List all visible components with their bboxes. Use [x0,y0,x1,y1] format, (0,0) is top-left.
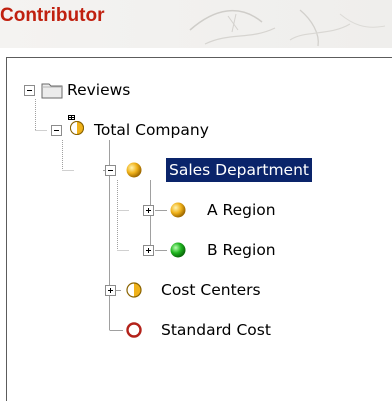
status-half-locked-icon [68,115,84,135]
page-title: Contributor [0,5,105,26]
collapse-toggle-icon[interactable] [105,165,116,176]
contributor-tree-panel[interactable]: Reviews Total Company Sales Department A… [6,57,392,401]
tree-connector-lines [35,99,167,331]
tree-node-label: B Region [207,241,276,259]
tree-node-label: Standard Cost [161,321,271,339]
tree-node-total-company[interactable]: Total Company [7,115,267,142]
expand-toggle-icon[interactable] [143,245,154,256]
status-yellow-icon [170,202,186,218]
tree-node-sales-department[interactable]: Sales Department [7,158,367,182]
tree-node-cost-centers[interactable]: Cost Centers [7,278,307,302]
tree-node-label: A Region [207,201,276,219]
status-yellow-icon [126,162,142,178]
status-empty-icon [126,322,142,338]
tree-node-reviews[interactable]: Reviews [7,78,207,102]
contributor-header: Contributor [0,0,392,48]
collapse-toggle-icon[interactable] [24,85,35,96]
folder-icon [41,83,63,99]
tree-node-label: Cost Centers [161,281,261,299]
status-green-icon [170,242,186,258]
tree-node-label: Reviews [67,81,131,99]
expand-toggle-icon[interactable] [143,205,154,216]
expand-toggle-icon[interactable] [105,285,116,296]
collapse-toggle-icon[interactable] [51,125,62,136]
tree-node-label: Total Company [94,121,209,139]
tree-node-label: Sales Department [166,158,312,182]
tree-node-standard-cost[interactable]: Standard Cost [7,318,327,342]
tree-node-a-region[interactable]: A Region [7,198,307,222]
status-half-icon [126,282,142,298]
tree-node-b-region[interactable]: B Region [7,238,307,262]
